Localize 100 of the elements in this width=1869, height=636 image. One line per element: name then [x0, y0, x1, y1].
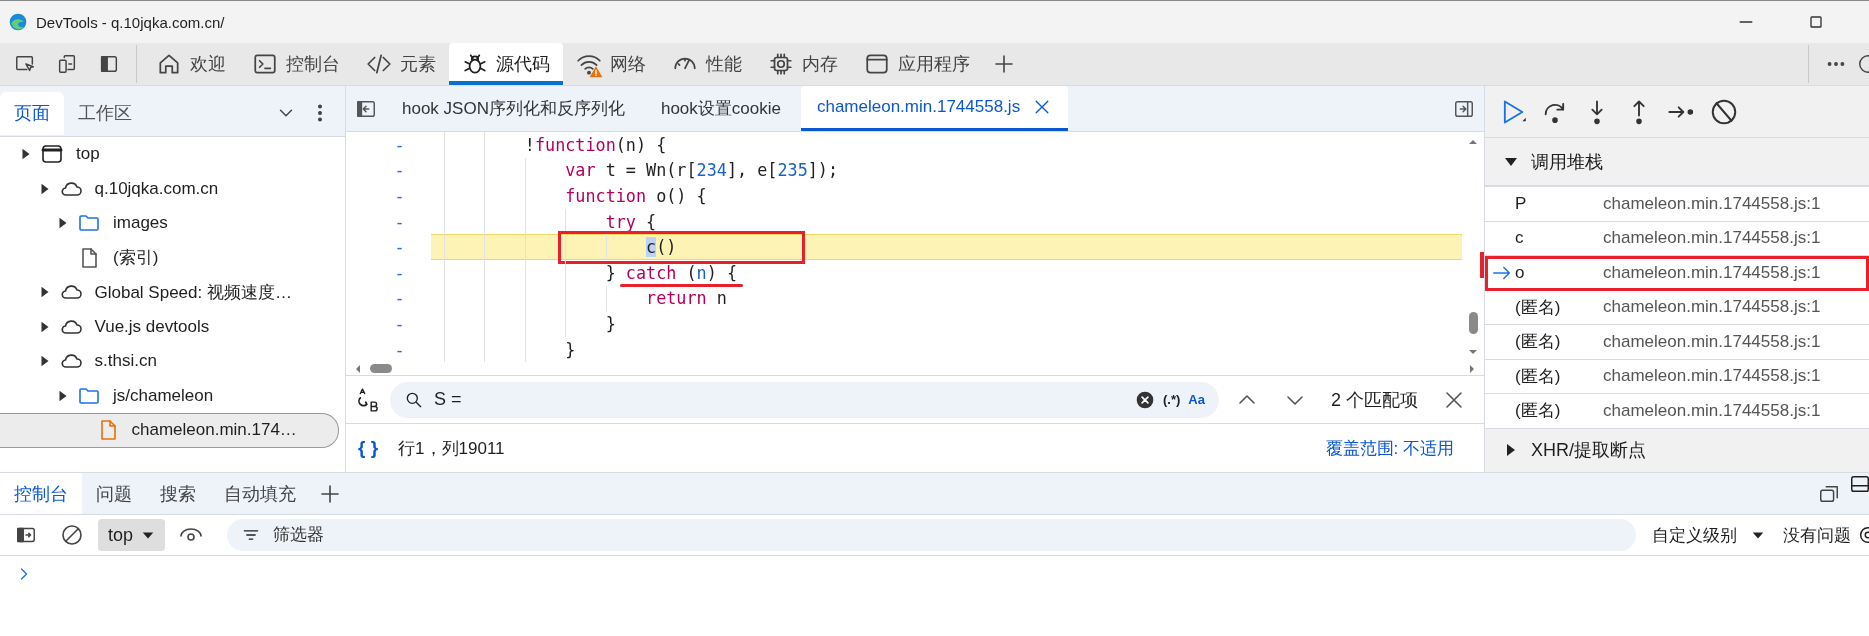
drawer-tab[interactable]: 控制台 — [0, 473, 82, 514]
tree-item[interactable]: q.10jqka.com.cn — [0, 171, 345, 206]
code-line: return n — [646, 288, 727, 309]
regex-toggle[interactable]: (.*) — [1163, 392, 1181, 407]
tab[interactable]: 内存 — [755, 43, 851, 85]
tree-label: top — [76, 144, 100, 165]
line-marker: - — [394, 186, 405, 206]
source-location: chameleon.min.1744558.js:1 — [1603, 366, 1821, 387]
code-line: !function(n) { — [524, 134, 667, 155]
scrollbar-thumb[interactable] — [1468, 312, 1478, 334]
section-header[interactable]: 调用堆栈 — [1485, 138, 1869, 187]
call-frame[interactable]: (匿名) chameleon.min.1744558.js:1 — [1485, 290, 1869, 325]
tab[interactable]: 页面 — [0, 91, 64, 135]
tree-label: s.thsi.cn — [94, 351, 157, 372]
filter-input[interactable]: 筛选器 — [271, 524, 1622, 546]
issues-count: 没有问题 — [1783, 524, 1851, 547]
source-location: chameleon.min.1744558.js:1 — [1603, 193, 1821, 214]
tree-item[interactable]: Vue.js devtools — [0, 309, 345, 344]
tab[interactable]: 元素 — [353, 43, 449, 85]
window-title: DevTools - q.10jqka.com.cn/ — [36, 13, 225, 31]
drawer-tab[interactable]: 问题 — [82, 473, 146, 514]
add-tab-icon[interactable] — [992, 52, 1016, 76]
source-location: chameleon.min.1744558.js:1 — [1603, 400, 1821, 421]
editor-tab[interactable]: hook JSON序列化和反序列化 — [386, 86, 641, 131]
tree-item[interactable]: (索引) — [0, 240, 345, 275]
function-name: (匿名) — [1515, 366, 1561, 386]
line-marker: - — [394, 160, 405, 181]
tree-label: (索引) — [113, 247, 159, 270]
function-name: P — [1515, 193, 1527, 213]
function-name: c — [1515, 228, 1524, 248]
line-marker: - — [394, 211, 405, 232]
tree-item[interactable]: Global Speed: 视频速度… — [0, 275, 345, 310]
source-location: chameleon.min.1744558.js:1 — [1603, 262, 1821, 283]
tree-label: q.10jqka.com.cn — [94, 178, 219, 199]
tree-label: js/chameleon — [113, 385, 214, 406]
device-icon[interactable] — [56, 53, 78, 75]
line-marker: - — [394, 262, 405, 283]
drawer-tab[interactable]: 搜索 — [146, 473, 210, 514]
browser-logo-icon — [8, 12, 28, 32]
clear-icon[interactable] — [1135, 389, 1155, 410]
function-name: o — [1515, 262, 1525, 282]
tab[interactable]: 源代码 — [449, 43, 563, 85]
line-marker: - — [394, 288, 405, 309]
editor-tab[interactable]: chameleon.min.1744558.js — [800, 86, 1069, 131]
code-line: try { — [605, 211, 657, 232]
call-frame[interactable]: (匿名) chameleon.min.1744558.js:1 — [1485, 325, 1869, 360]
drawer-tab[interactable]: 自动填充 — [210, 473, 310, 514]
search-bar[interactable]: S = (.*) Aa — [390, 381, 1219, 418]
code-line: function o() { — [565, 186, 707, 206]
context-dropdown[interactable]: top — [98, 519, 166, 551]
tree-item[interactable]: chameleon.min.174… — [0, 413, 339, 448]
code-line: } catch (n) { — [605, 262, 737, 283]
chip-icon — [768, 51, 794, 77]
function-name: (匿名) — [1515, 332, 1561, 352]
coverage-link[interactable]: 覆盖范围: 不适用 — [1325, 436, 1454, 460]
tree-label: Vue.js devtools — [94, 316, 210, 337]
section-header[interactable]: XHR/提取断点 — [1485, 428, 1869, 472]
filter-field[interactable]: 筛选器 — [227, 519, 1636, 551]
call-frame[interactable]: P chameleon.min.1744558.js:1 — [1485, 187, 1869, 222]
tab[interactable]: 网络 — [563, 43, 659, 85]
cursor-position: 行1，列19011 — [398, 437, 505, 460]
console-icon — [252, 51, 278, 77]
pretty-print-button[interactable]: { } — [358, 437, 379, 459]
tab[interactable]: 应用程序 — [851, 43, 983, 85]
source-location: chameleon.min.1744558.js:1 — [1603, 228, 1821, 249]
source-location: chameleon.min.1744558.js:1 — [1603, 297, 1821, 318]
line-marker: - — [394, 339, 405, 360]
tab[interactable]: 性能 — [659, 43, 755, 85]
call-frame[interactable]: c chameleon.min.1744558.js:1 — [1485, 221, 1869, 256]
code-line: c() — [646, 237, 677, 258]
scrollbar-thumb[interactable] — [370, 364, 392, 373]
search-field[interactable]: S = — [432, 388, 1127, 411]
log-levels-dropdown[interactable]: 自定义级别 — [1652, 523, 1765, 547]
call-frame[interactable]: (匿名) chameleon.min.1744558.js:1 — [1485, 359, 1869, 394]
tab[interactable]: 控制台 — [239, 43, 353, 85]
function-name: (匿名) — [1515, 297, 1561, 317]
call-frame[interactable]: o chameleon.min.1744558.js:1 — [1485, 256, 1869, 291]
tree-item[interactable]: top — [0, 137, 345, 172]
call-frame[interactable]: (匿名) chameleon.min.1744558.js:1 — [1485, 394, 1869, 429]
clear-console-icon[interactable] — [60, 523, 84, 547]
tree-label: Global Speed: 视频速度… — [94, 281, 292, 304]
dock-icon[interactable] — [98, 53, 120, 75]
line-marker: - — [394, 313, 405, 334]
search-match-marker — [1480, 252, 1484, 278]
code-line: } — [565, 339, 576, 360]
source-location: chameleon.min.1744558.js:1 — [1603, 331, 1821, 352]
line-marker: - — [394, 237, 405, 258]
tab[interactable]: 工作区 — [64, 91, 146, 135]
function-name: (匿名) — [1515, 401, 1561, 421]
window-icon — [864, 51, 890, 77]
editor-tab[interactable]: hook设置cookie — [644, 86, 797, 131]
tree-item[interactable]: js/chameleon — [0, 378, 345, 413]
tree-item[interactable]: s.thsi.cn — [0, 344, 345, 379]
code-line: } — [605, 313, 616, 334]
tab[interactable]: 欢迎 — [143, 43, 239, 85]
match-case-toggle[interactable]: Aa — [1188, 392, 1205, 407]
line-marker: - — [394, 134, 405, 155]
code-line: var t = Wn(r[234], e[235]); — [565, 160, 839, 181]
tree-item[interactable]: images — [0, 206, 345, 241]
panel-icon[interactable] — [1849, 473, 1869, 495]
